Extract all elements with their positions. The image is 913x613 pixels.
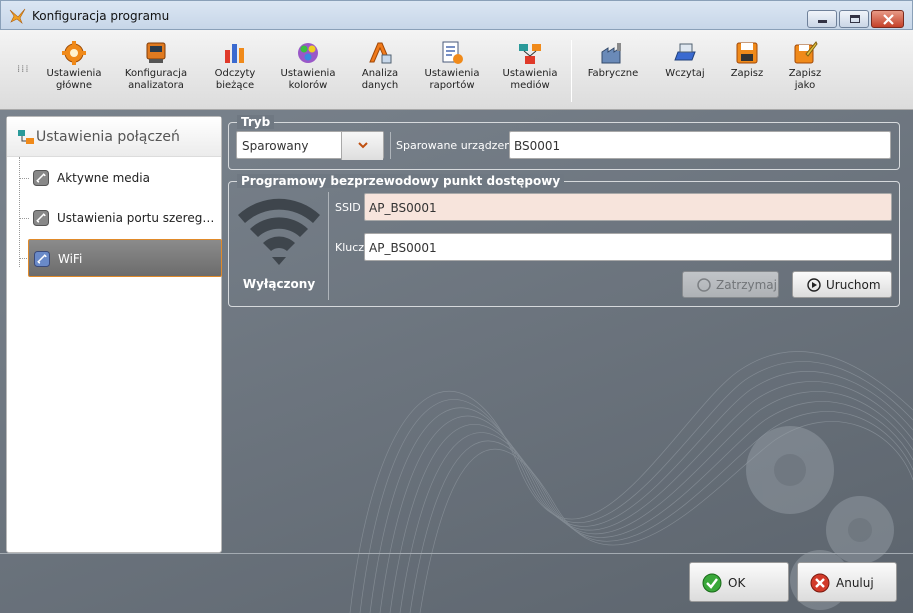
key-label: Klucz bbox=[335, 241, 365, 254]
media-link-icon bbox=[33, 210, 49, 226]
main-area: Ustawienia połączeń Aktywne media Ustawi… bbox=[0, 110, 913, 613]
paired-device-field[interactable]: BS0001 bbox=[509, 131, 891, 159]
sidebar-item-wifi[interactable]: WiFi bbox=[28, 239, 222, 277]
toolbar-factory-defaults-button[interactable]: Fabryczne bbox=[580, 40, 646, 102]
mode-select[interactable]: Sparowany bbox=[236, 131, 384, 160]
paired-device-value: BS0001 bbox=[514, 139, 561, 153]
key-value: AP_BS0001 bbox=[369, 241, 437, 255]
toolbar-label: Wczytaj bbox=[665, 68, 705, 79]
stop-icon bbox=[697, 278, 711, 292]
sidebar-item-label: WiFi bbox=[58, 252, 83, 266]
media-link-icon bbox=[33, 170, 49, 186]
window-title: Konfiguracja programu bbox=[32, 9, 170, 23]
start-button[interactable]: Uruchom bbox=[792, 271, 892, 298]
close-icon bbox=[883, 14, 894, 25]
start-button-label: Uruchom bbox=[826, 278, 881, 292]
divider bbox=[390, 132, 391, 159]
bar-chart-icon bbox=[225, 44, 244, 63]
toolbar-label: Fabryczne bbox=[587, 68, 639, 79]
sidebar-item-label: Ustawienia portu szeregowego bbox=[57, 211, 219, 225]
toolbar-label: Ustawienia raportów bbox=[424, 68, 480, 91]
toolbar-report-settings-button[interactable]: Ustawienia raportów bbox=[419, 40, 485, 102]
play-icon bbox=[807, 278, 821, 292]
maximize-button[interactable] bbox=[839, 10, 869, 28]
stop-button[interactable]: Zatrzymaj bbox=[682, 271, 779, 298]
toolbar-label: Konfiguracja analizatora bbox=[124, 68, 188, 91]
mode-group-title: Tryb bbox=[237, 115, 275, 129]
toolbar-label: Ustawienia główne bbox=[46, 68, 102, 91]
toolbar-label: Odczyty bieżące bbox=[214, 68, 256, 91]
toolbar-label: Analiza danych bbox=[361, 68, 399, 91]
title-bar: Konfiguracja programu bbox=[0, 0, 913, 30]
toolbar-color-settings-button[interactable]: Ustawienia kolorów bbox=[275, 40, 341, 102]
ssid-label: SSID bbox=[335, 201, 361, 214]
wifi-icon bbox=[238, 198, 320, 265]
access-point-group-title: Programowy bezprzewodowy punkt dostępowy bbox=[237, 174, 565, 188]
toolbar-analyzer-config-button[interactable]: Konfiguracja analizatora bbox=[123, 40, 189, 102]
mode-select-value: Sparowany bbox=[242, 139, 309, 153]
connection-settings-icon bbox=[18, 130, 34, 144]
stop-button-label: Zatrzymaj bbox=[716, 278, 777, 292]
chevron-down-icon bbox=[358, 142, 368, 149]
toolbar-save-as-button[interactable]: Zapisz jako bbox=[772, 40, 838, 102]
ok-button[interactable]: OK bbox=[689, 562, 789, 602]
factory-icon bbox=[601, 43, 621, 64]
wifi-status-text: Wyłączony bbox=[242, 277, 316, 291]
ssid-value: AP_BS0001 bbox=[369, 201, 437, 215]
media-link-icon bbox=[34, 251, 50, 267]
ssid-field[interactable]: AP_BS0001 bbox=[364, 193, 892, 221]
toolbar-load-button[interactable]: Wczytaj bbox=[652, 40, 718, 102]
toolbar-save-button[interactable]: Zapisz bbox=[714, 40, 780, 102]
mode-select-dropdown-button[interactable] bbox=[341, 132, 383, 160]
app-logo-icon bbox=[9, 8, 26, 24]
toolbar-general-settings-button[interactable]: Ustawienia główne bbox=[41, 40, 107, 102]
toolbar-grip[interactable]: ⁞⁞⁞ bbox=[17, 64, 30, 75]
minimize-button[interactable] bbox=[807, 10, 837, 28]
data-analysis-icon bbox=[369, 42, 392, 64]
sidebar-title: Ustawienia połączeń bbox=[36, 129, 180, 145]
gear-icon bbox=[62, 41, 86, 65]
cancel-button[interactable]: Anuluj bbox=[797, 562, 897, 602]
sidebar-item-active-media[interactable]: Aktywne media bbox=[28, 159, 222, 197]
report-icon bbox=[442, 41, 463, 64]
tree-connector bbox=[19, 157, 20, 267]
maximize-icon bbox=[850, 15, 860, 23]
toolbar: ⁞⁞⁞ Ustawienia główne Konfiguracja anali… bbox=[0, 30, 913, 110]
load-icon bbox=[674, 43, 696, 61]
toolbar-media-settings-button[interactable]: Ustawienia mediów bbox=[497, 40, 563, 102]
sidebar: Ustawienia połączeń Aktywne media Ustawi… bbox=[6, 116, 222, 553]
analyzer-icon bbox=[146, 42, 166, 63]
toolbar-label: Ustawienia mediów bbox=[502, 68, 558, 91]
toolbar-label: Zapisz jako bbox=[788, 68, 822, 91]
cancel-icon bbox=[810, 573, 830, 593]
color-palette-icon bbox=[298, 43, 318, 63]
checkmark-icon bbox=[702, 573, 722, 593]
toolbar-data-analysis-button[interactable]: Analiza danych bbox=[347, 40, 413, 102]
sidebar-header: Ustawienia połączeń bbox=[7, 117, 221, 157]
footer-divider bbox=[0, 553, 913, 554]
sidebar-item-serial-port[interactable]: Ustawienia portu szeregowego bbox=[28, 199, 222, 237]
cancel-button-label: Anuluj bbox=[836, 576, 874, 590]
minimize-icon bbox=[818, 20, 827, 23]
save-as-icon bbox=[794, 41, 818, 64]
sidebar-item-label: Aktywne media bbox=[57, 171, 150, 185]
toolbar-separator bbox=[571, 40, 572, 102]
divider bbox=[328, 192, 329, 300]
close-button[interactable] bbox=[871, 10, 904, 28]
ok-button-label: OK bbox=[728, 576, 746, 590]
toolbar-label: Zapisz bbox=[730, 68, 764, 79]
save-icon bbox=[736, 42, 758, 64]
toolbar-current-readings-button[interactable]: Odczyty bieżące bbox=[202, 40, 268, 102]
paired-device-label: Sparowane urządzenie bbox=[396, 139, 522, 152]
network-media-icon bbox=[519, 44, 541, 64]
toolbar-label: Ustawienia kolorów bbox=[280, 68, 336, 91]
key-field[interactable]: AP_BS0001 bbox=[364, 233, 892, 261]
